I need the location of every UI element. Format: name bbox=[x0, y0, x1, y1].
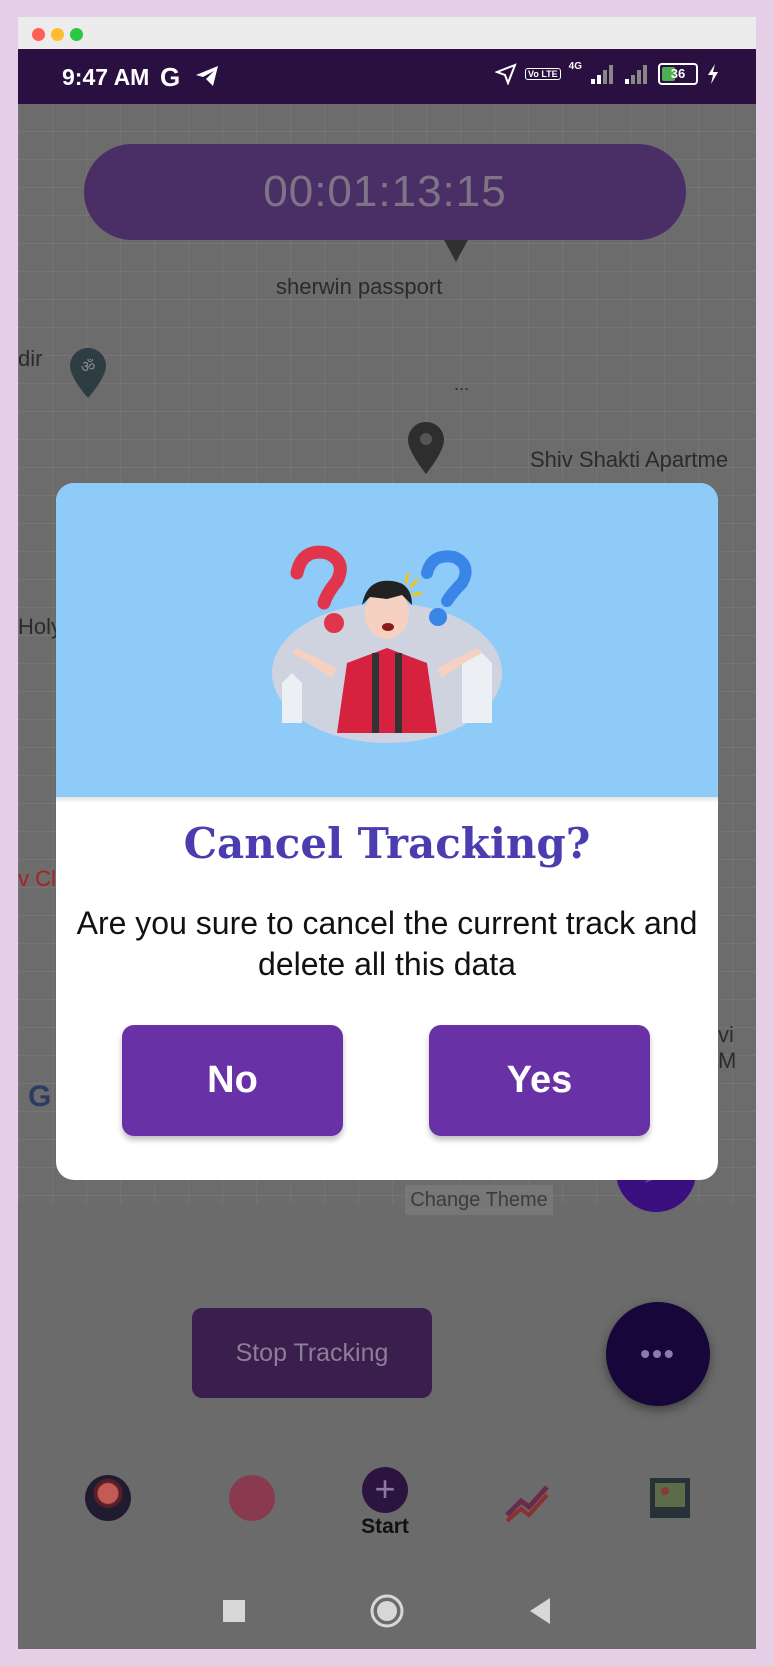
status-time: 9:47 AM bbox=[62, 64, 150, 90]
nav-start-label: Start bbox=[361, 1515, 409, 1538]
app-window: 9:47 AM G Vo LTE 4G 36 sherwin passport … bbox=[18, 17, 756, 1649]
cancel-tracking-dialog: Cancel Tracking? Are you sure to cancel … bbox=[56, 483, 718, 1180]
elapsed-timer: 00:01:13:15 bbox=[84, 144, 686, 240]
nav-start[interactable]: + Start bbox=[345, 1467, 425, 1539]
map-label-sherwin: sherwin passport bbox=[276, 274, 443, 299]
confused-person-illustration bbox=[272, 545, 502, 743]
trend-chart-icon bbox=[505, 1485, 549, 1523]
dialog-title: Cancel Tracking? bbox=[183, 819, 591, 868]
route-icon bbox=[229, 1475, 275, 1521]
temple-pin-icon: ॐ bbox=[70, 348, 106, 398]
recent-apps-icon[interactable] bbox=[222, 1599, 246, 1623]
charging-icon bbox=[708, 64, 718, 84]
nav-routes[interactable] bbox=[212, 1467, 292, 1521]
bottom-navigation: + Start bbox=[18, 1467, 756, 1557]
maximize-window-icon[interactable] bbox=[70, 28, 83, 41]
dialog-hero-banner bbox=[56, 483, 718, 803]
status-icons: Vo LTE 4G 36 bbox=[494, 60, 720, 85]
map-label-vi-m: vi M bbox=[718, 1022, 737, 1073]
map-label-dir: dir bbox=[18, 346, 43, 371]
home-icon[interactable] bbox=[369, 1593, 405, 1629]
window-titlebar bbox=[18, 17, 756, 49]
photo-album-icon bbox=[650, 1478, 690, 1518]
telegram-icon bbox=[194, 64, 220, 93]
status-bar: 9:47 AM G Vo LTE 4G 36 bbox=[18, 49, 756, 104]
nav-gallery[interactable] bbox=[630, 1467, 710, 1526]
minimize-window-icon[interactable] bbox=[51, 28, 64, 41]
nav-profile[interactable] bbox=[68, 1467, 148, 1521]
map-pin-icon bbox=[442, 236, 470, 262]
battery-icon: 36 bbox=[658, 63, 698, 85]
close-window-icon[interactable] bbox=[32, 28, 45, 41]
svg-text:ॐ: ॐ bbox=[81, 357, 96, 376]
google-logo: G bbox=[28, 1080, 52, 1113]
map-label-dots: ... bbox=[454, 374, 470, 394]
map-label-shiv-shakti: Shiv Shakti Apartme bbox=[530, 447, 729, 472]
location-arrow-icon bbox=[494, 63, 517, 85]
back-icon[interactable] bbox=[528, 1597, 552, 1625]
google-icon: G bbox=[160, 62, 181, 92]
no-button[interactable]: No bbox=[122, 1025, 343, 1136]
signal-icon bbox=[591, 65, 613, 84]
place-pin-icon bbox=[408, 422, 444, 474]
map-label-v-cl: v Cl bbox=[18, 866, 56, 891]
avatar-icon bbox=[85, 1475, 131, 1521]
change-theme-button[interactable]: Change Theme bbox=[405, 1185, 553, 1215]
dialog-message: Are you sure to cancel the current track… bbox=[76, 905, 698, 982]
plus-icon: + bbox=[362, 1467, 408, 1513]
system-navigation-bar bbox=[18, 1577, 756, 1649]
volte-icon: Vo LTE bbox=[524, 68, 561, 80]
nav-stats[interactable] bbox=[488, 1467, 568, 1530]
signal-2-icon bbox=[625, 65, 647, 84]
stop-tracking-button[interactable]: Stop Tracking bbox=[192, 1308, 432, 1398]
network-type-icon: 4G bbox=[568, 60, 582, 72]
more-options-fab[interactable]: ••• bbox=[606, 1302, 710, 1406]
yes-button[interactable]: Yes bbox=[429, 1025, 650, 1136]
